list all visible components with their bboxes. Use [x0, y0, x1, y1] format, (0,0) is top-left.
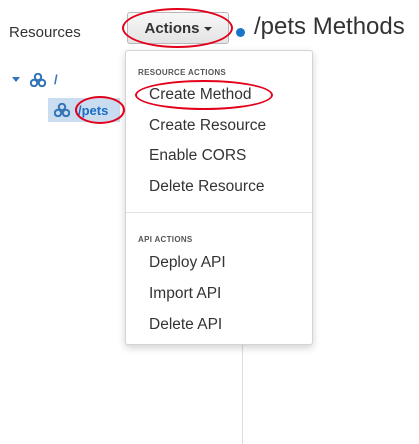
actions-dropdown-menu: RESOURCE ACTIONS Create Method Create Re… — [125, 50, 313, 345]
menu-divider — [126, 212, 312, 213]
resource-cluster-icon — [54, 103, 70, 117]
tree-item-pets-label: /pets — [78, 102, 109, 118]
menu-item-delete-api[interactable]: Delete API — [126, 311, 312, 339]
menu-item-delete-resource[interactable]: Delete Resource — [126, 173, 312, 201]
menu-item-import-api[interactable]: Import API — [126, 280, 312, 308]
resource-actions-header: RESOURCE ACTIONS — [138, 68, 227, 77]
menu-item-deploy-api[interactable]: Deploy API — [126, 249, 312, 277]
menu-item-create-resource[interactable]: Create Resource — [126, 112, 312, 140]
api-actions-header: API ACTIONS — [138, 235, 193, 244]
page-title: /pets Methods — [254, 13, 405, 40]
actions-button-label: Actions — [144, 19, 200, 37]
caret-down-icon — [203, 27, 212, 31]
resource-cluster-icon — [30, 72, 46, 87]
status-dot-icon — [236, 28, 245, 37]
caret-down-icon[interactable] — [12, 77, 20, 82]
resources-panel-title: Resources — [9, 24, 81, 41]
tree-item-root[interactable]: / — [12, 72, 58, 87]
tree-item-pets[interactable]: /pets — [48, 98, 120, 122]
api-gateway-resources-page: Resources Actions /pets Methods / /pets … — [0, 0, 419, 444]
actions-dropdown-button[interactable]: Actions — [127, 12, 229, 44]
menu-item-enable-cors[interactable]: Enable CORS — [126, 142, 312, 170]
tree-item-root-label: / — [54, 72, 58, 87]
menu-item-create-method[interactable]: Create Method — [126, 81, 312, 109]
